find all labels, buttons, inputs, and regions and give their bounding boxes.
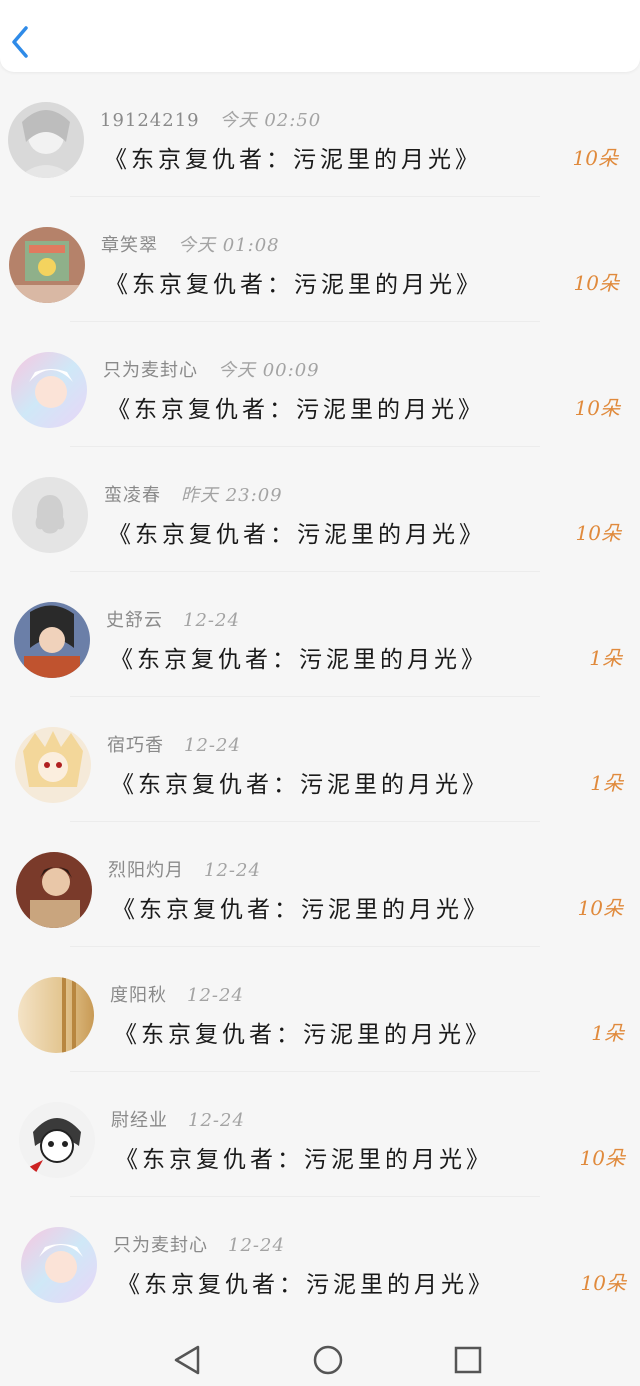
avatar[interactable] <box>15 727 91 803</box>
user-name: 只为麦封心 <box>113 1235 208 1256</box>
nav-back-button[interactable] <box>172 1344 204 1376</box>
back-button[interactable] <box>6 22 36 62</box>
divider <box>70 946 540 947</box>
list-item[interactable]: 度阳秋 12-24 《东京复仇者：污泥里的月光》 1朵 <box>0 971 640 1096</box>
user-name: 度阳秋 <box>110 985 167 1006</box>
avatar[interactable] <box>19 1102 95 1178</box>
list-item[interactable]: 宿巧香 12-24 《东京复仇者：污泥里的月光》 1朵 <box>0 721 640 846</box>
timestamp: 12-24 <box>187 985 244 1006</box>
avatar[interactable] <box>18 977 94 1053</box>
list-item[interactable]: 只为麦封心 今天 00:09 《东京复仇者：污泥里的月光》 10朵 <box>0 346 640 471</box>
divider <box>70 446 540 447</box>
top-bar <box>0 0 640 72</box>
timestamp: 12-24 <box>184 735 241 756</box>
book-title: 《东京复仇者：污泥里的月光》 <box>114 1022 492 1048</box>
gift-count: 1朵 <box>590 771 623 795</box>
timestamp: 12-24 <box>183 610 240 631</box>
list-item[interactable]: 蛮凌春 昨天 23:09 《东京复仇者：污泥里的月光》 10朵 <box>0 471 640 596</box>
list-item[interactable]: 19124219 今天 02:50 《东京复仇者：污泥里的月光》 10朵 <box>0 96 640 221</box>
nav-recents-button[interactable] <box>452 1344 484 1376</box>
timestamp: 昨天 23:09 <box>181 485 283 506</box>
divider <box>70 696 540 697</box>
avatar[interactable] <box>12 477 88 553</box>
book-title: 《东京复仇者：污泥里的月光》 <box>110 647 488 673</box>
divider <box>70 1196 540 1197</box>
list-item[interactable]: 烈阳灼月 12-24 《东京复仇者：污泥里的月光》 10朵 <box>0 846 640 971</box>
gift-count: 10朵 <box>580 1271 626 1295</box>
gift-count: 10朵 <box>574 396 620 420</box>
chevron-left-icon <box>12 26 28 58</box>
avatar[interactable] <box>21 1227 97 1303</box>
divider <box>70 821 540 822</box>
book-title: 《东京复仇者：污泥里的月光》 <box>111 772 489 798</box>
avatar[interactable] <box>9 227 85 303</box>
list-item[interactable]: 尉经业 12-24 《东京复仇者：污泥里的月光》 10朵 <box>0 1096 640 1221</box>
avatar[interactable] <box>16 852 92 928</box>
book-title: 《东京复仇者：污泥里的月光》 <box>112 897 490 923</box>
user-name: 史舒云 <box>106 610 163 631</box>
gift-count: 10朵 <box>579 1146 625 1170</box>
gift-count: 10朵 <box>573 271 619 295</box>
book-title: 《东京复仇者：污泥里的月光》 <box>115 1147 493 1173</box>
avatar[interactable] <box>8 102 84 178</box>
user-name: 19124219 <box>100 110 200 131</box>
timestamp: 今天 00:09 <box>218 360 320 381</box>
user-name: 蛮凌春 <box>104 485 161 506</box>
gift-count: 10朵 <box>577 896 623 920</box>
user-name: 尉经业 <box>111 1110 168 1131</box>
gift-count: 10朵 <box>575 521 621 545</box>
gift-count: 1朵 <box>589 646 622 670</box>
gift-count: 10朵 <box>572 146 618 170</box>
user-name: 只为麦封心 <box>103 360 198 381</box>
list-item[interactable]: 章笑翠 今天 01:08 《东京复仇者：污泥里的月光》 10朵 <box>0 221 640 346</box>
circle-home-icon <box>313 1345 343 1375</box>
timestamp: 今天 01:08 <box>178 235 280 256</box>
list-item[interactable]: 史舒云 12-24 《东京复仇者：污泥里的月光》 1朵 <box>0 596 640 721</box>
triangle-back-icon <box>174 1345 200 1375</box>
divider <box>70 321 540 322</box>
divider <box>70 571 540 572</box>
timestamp: 今天 02:50 <box>219 110 322 131</box>
timestamp: 12-24 <box>228 1235 285 1256</box>
user-name: 宿巧香 <box>107 735 164 756</box>
divider <box>70 1071 540 1072</box>
divider <box>70 196 540 197</box>
timestamp: 12-24 <box>188 1110 245 1131</box>
avatar[interactable] <box>14 602 90 678</box>
list-item[interactable]: 只为麦封心 12-24 《东京复仇者：污泥里的月光》 10朵 <box>0 1221 640 1346</box>
nav-home-button[interactable] <box>312 1344 344 1376</box>
timestamp: 12-24 <box>204 860 261 881</box>
user-name: 章笑翠 <box>101 235 158 256</box>
book-title: 《东京复仇者：污泥里的月光》 <box>108 522 486 548</box>
gift-list: 19124219 今天 02:50 《东京复仇者：污泥里的月光》 10朵 章笑翠今… <box>0 96 640 1346</box>
user-name: 烈阳灼月 <box>108 860 184 881</box>
book-title: 《东京复仇者：污泥里的月光》 <box>117 1272 495 1298</box>
square-recents-icon <box>454 1346 482 1374</box>
gift-count: 1朵 <box>591 1021 624 1045</box>
book-title: 《东京复仇者：污泥里的月光》 <box>107 397 485 423</box>
system-nav-bar <box>0 1330 640 1386</box>
avatar[interactable] <box>11 352 87 428</box>
book-title: 《东京复仇者：污泥里的月光》 <box>105 272 483 298</box>
book-title: 《东京复仇者：污泥里的月光》 <box>104 147 482 173</box>
